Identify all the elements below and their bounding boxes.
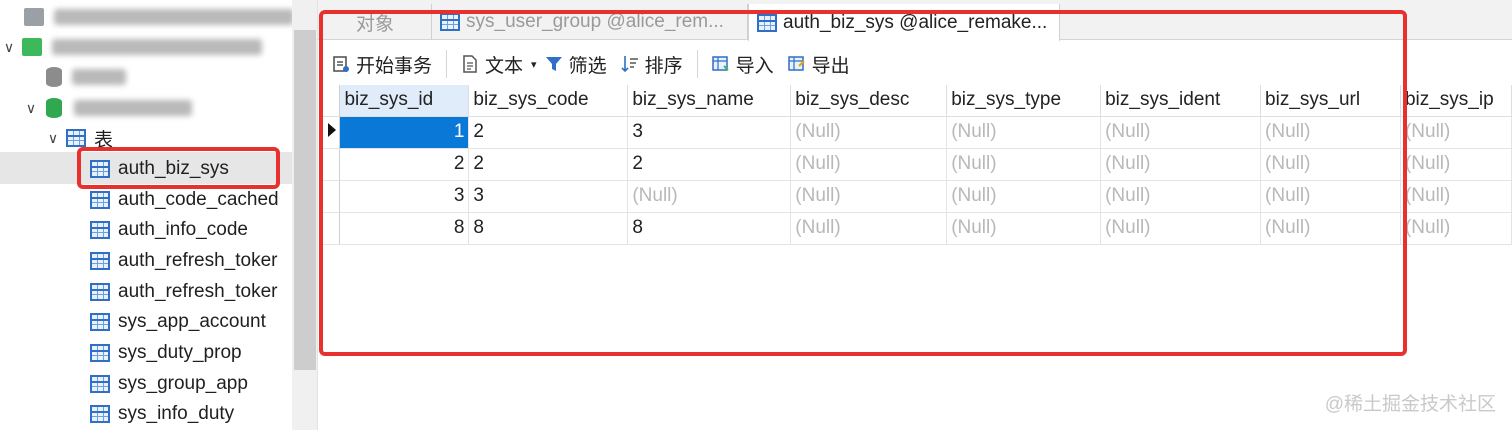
table-cell[interactable]: (Null) (1400, 212, 1512, 245)
table-icon (90, 283, 110, 301)
tree-connection-row[interactable] (24, 2, 294, 32)
navigation-tree: ∨ ∨ ∨ 表 auth_biz_sys auth_code_cached au… (0, 0, 318, 430)
chevron-down-icon[interactable]: ∨ (0, 39, 18, 56)
table-item-label: sys_info_duty (118, 403, 235, 424)
connection-name-redacted (52, 39, 262, 55)
table-item-label: sys_duty_prop (118, 342, 242, 363)
tree-table-item[interactable]: auth_refresh_toker (90, 246, 278, 276)
connection-name-redacted (54, 9, 294, 25)
tree-table-item[interactable]: auth_info_code (90, 215, 248, 245)
connection-icon (22, 38, 42, 56)
table-cell[interactable]: (Null) (1400, 148, 1512, 181)
tree-table-item[interactable]: sys_duty_prop (90, 338, 242, 368)
table-item-label: sys_group_app (118, 373, 248, 394)
tree-connection-row[interactable]: ∨ (0, 32, 262, 62)
annotation-highlight-box (319, 10, 1407, 356)
database-icon (46, 67, 62, 87)
table-item-label: auth_refresh_toker (118, 281, 278, 302)
table-icon (90, 344, 110, 362)
table-icon (90, 191, 110, 209)
database-icon (46, 98, 62, 118)
tree-table-item[interactable]: sys_app_account (90, 307, 266, 337)
table-icon (90, 405, 110, 423)
table-icon (90, 221, 110, 239)
tree-table-item[interactable]: auth_code_cached (90, 185, 279, 215)
sidebar-scroll-thumb[interactable] (294, 30, 316, 370)
tree-table-item[interactable]: sys_group_app (90, 369, 248, 399)
tables-folder-icon (66, 129, 86, 147)
table-item-label: auth_code_cached (118, 189, 279, 210)
table-item-label: auth_refresh_toker (118, 250, 278, 271)
table-cell[interactable]: (Null) (1400, 180, 1512, 213)
tree-table-item[interactable]: auth_refresh_toker (90, 277, 278, 307)
connection-icon (24, 8, 44, 26)
chevron-down-icon[interactable]: ∨ (22, 100, 40, 117)
tree-table-item[interactable]: sys_info_duty (90, 399, 234, 429)
table-icon (90, 375, 110, 393)
column-header[interactable]: biz_sys_ip (1400, 85, 1512, 117)
chevron-down-icon[interactable]: ∨ (44, 130, 62, 147)
table-cell[interactable]: (Null) (1400, 116, 1512, 149)
annotation-highlight-box (77, 147, 280, 189)
watermark-text: @稀土掘金技术社区 (1324, 394, 1496, 415)
sidebar-scrollbar[interactable] (292, 0, 317, 430)
table-item-label: sys_app_account (118, 311, 266, 332)
table-icon (90, 313, 110, 331)
database-name-redacted (74, 100, 192, 116)
grid-empty-area: @稀土掘金技术社区 (318, 360, 1512, 430)
table-item-label: auth_info_code (118, 219, 248, 240)
tree-database-row[interactable] (46, 62, 126, 92)
table-icon (90, 252, 110, 270)
tree-database-row[interactable]: ∨ (22, 93, 192, 123)
database-name-redacted (72, 69, 126, 85)
